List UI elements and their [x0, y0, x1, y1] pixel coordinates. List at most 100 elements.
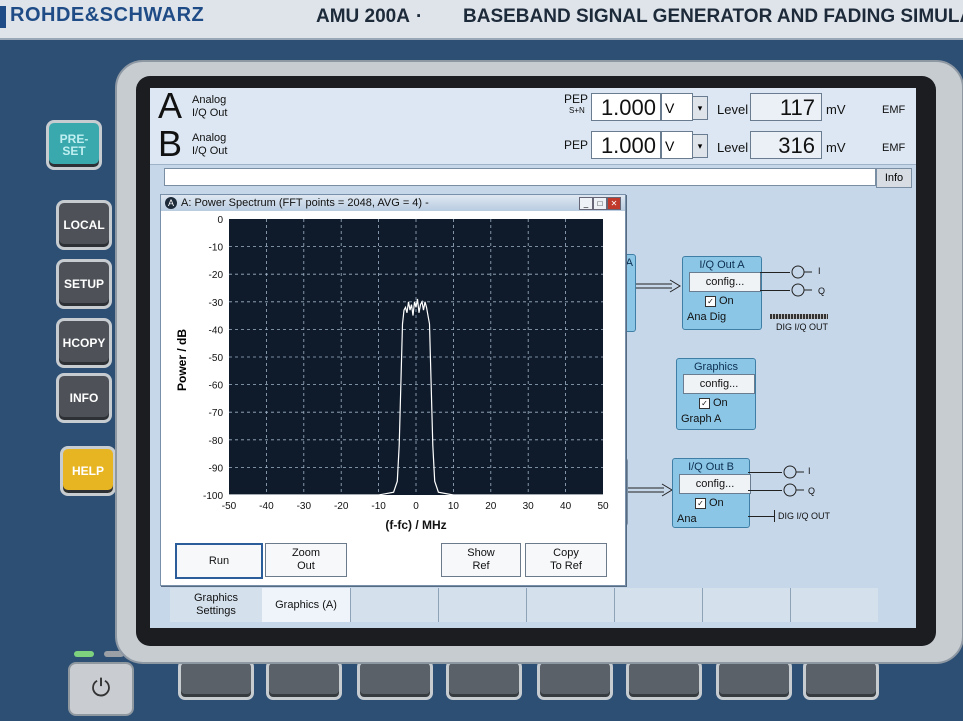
- info-softbutton[interactable]: Info: [876, 168, 912, 188]
- close-icon[interactable]: ✕: [607, 197, 621, 210]
- iq-out-a-config-button[interactable]: config...: [689, 272, 761, 292]
- iq-connector-b-icon: [783, 465, 804, 497]
- x-tick-label: -30: [297, 501, 312, 512]
- softkey-7[interactable]: [716, 660, 792, 700]
- power-button[interactable]: ⏻: [68, 662, 134, 716]
- checkbox-checked-icon: ✓: [705, 295, 716, 307]
- pep-unit-field-a[interactable]: V: [661, 93, 693, 121]
- softkey-2[interactable]: [266, 660, 342, 700]
- brand-strip: ROHDE&SCHWARZ AMU 200A · BASEBAND SIGNAL …: [0, 0, 963, 40]
- graphics-on-toggle[interactable]: ✓ On: [699, 397, 728, 409]
- i-label-b: I: [808, 466, 811, 476]
- iq-out-b-on-toggle[interactable]: ✓ On: [695, 497, 724, 509]
- tab-empty-6[interactable]: [614, 588, 703, 622]
- q-line-b: [748, 490, 782, 491]
- tab-graphics-settings[interactable]: Graphics Settings: [170, 588, 263, 622]
- display-screen: A Analog I/Q Out PEP S+N 1.000 V ▾ Level…: [150, 88, 916, 628]
- y-tick-label: 0: [217, 215, 223, 226]
- softkey-6[interactable]: [626, 660, 702, 700]
- y-tick-label: -50: [209, 353, 224, 364]
- dig-out-label-b: DIG I/Q OUT: [778, 511, 831, 521]
- copy-to-ref-label: Copy To Ref: [550, 547, 582, 572]
- iq-out-a-footer: Ana Dig: [687, 311, 727, 323]
- x-tick-label: -20: [334, 501, 349, 512]
- tab-graphics-a[interactable]: Graphics (A): [262, 588, 351, 622]
- softkey-1[interactable]: [178, 660, 254, 700]
- run-button[interactable]: Run: [175, 543, 263, 579]
- q-label-b: Q: [808, 486, 816, 496]
- y-tick-label: -100: [203, 491, 223, 502]
- model-label: AMU 200A: [316, 6, 410, 27]
- softkey-4[interactable]: [446, 660, 522, 700]
- tab-empty-7[interactable]: [702, 588, 791, 622]
- i-label-a: I: [818, 266, 821, 276]
- dig-terminator-b-icon: [774, 510, 775, 522]
- run-label: Run: [208, 554, 230, 567]
- baseband-block-a-label: A: [625, 257, 633, 269]
- show-ref-label: Show Ref: [467, 547, 495, 572]
- iq-out-b-block[interactable]: I/Q Out B config... ✓ On Ana: [672, 458, 751, 528]
- tab-empty-8[interactable]: [790, 588, 878, 622]
- setup-button[interactable]: SETUP: [56, 259, 112, 309]
- graphics-block-title: Graphics: [693, 361, 739, 373]
- level-label-b: Level: [717, 140, 749, 155]
- minimize-icon[interactable]: _: [579, 197, 593, 210]
- zoom-out-label: Zoom Out: [291, 547, 321, 572]
- brand-logo-icon: [0, 6, 6, 28]
- q-line-a: [760, 290, 790, 291]
- tab-empty-4[interactable]: [438, 588, 527, 622]
- path-name-a: Analog I/Q Out: [192, 94, 228, 119]
- pep-unit-dropdown-a[interactable]: ▾: [692, 96, 708, 120]
- zoom-out-button[interactable]: Zoom Out: [265, 543, 347, 577]
- power-icon: ⏻: [91, 675, 111, 702]
- softkey-3[interactable]: [357, 660, 433, 700]
- iq-out-b-title: I/Q Out B: [688, 461, 734, 473]
- iq-connector-a-icon: [791, 265, 812, 297]
- preset-button[interactable]: PRE- SET: [46, 120, 102, 170]
- copy-to-ref-button[interactable]: Copy To Ref: [525, 543, 607, 577]
- q-label-a: Q: [818, 286, 826, 296]
- hcopy-button[interactable]: HCOPY: [56, 318, 112, 368]
- emf-label-b: EMF: [882, 142, 906, 154]
- iq-out-a-on-toggle[interactable]: ✓ On: [705, 295, 734, 307]
- help-button[interactable]: HELP: [60, 446, 116, 496]
- chevron-down-icon: ▾: [697, 103, 703, 113]
- level-value-b[interactable]: 316: [750, 131, 822, 159]
- level-label-a: Level: [717, 102, 749, 117]
- pep-unit-dropdown-b[interactable]: ▾: [692, 134, 708, 158]
- tab-label: Graphics (A): [275, 598, 337, 611]
- softkey-8[interactable]: [803, 660, 879, 700]
- x-tick-label: 50: [597, 501, 609, 512]
- path-letter-b: B: [158, 123, 183, 164]
- window-badge: A: [165, 197, 177, 209]
- iq-out-a-block[interactable]: I/Q Out A config... ✓ On Ana Dig: [682, 256, 762, 330]
- power-spectrum-window: A A: Power Spectrum (FFT points = 2048, A…: [160, 194, 626, 586]
- dig-connector-a-icon: [770, 314, 828, 319]
- iq-out-b-config-button[interactable]: config...: [679, 474, 751, 494]
- preset-label: PRE- SET: [59, 132, 89, 158]
- local-button[interactable]: LOCAL: [56, 200, 112, 250]
- level-value-a[interactable]: 117: [750, 93, 822, 121]
- tab-empty-5[interactable]: [526, 588, 615, 622]
- graphics-config-button[interactable]: config...: [683, 374, 755, 394]
- x-tick-label: 0: [413, 501, 419, 512]
- maximize-icon[interactable]: □: [593, 197, 607, 210]
- x-tick-label: 20: [485, 501, 497, 512]
- pep-value-field-a[interactable]: 1.000: [591, 93, 661, 121]
- info-button[interactable]: INFO: [56, 373, 112, 423]
- y-tick-label: -80: [209, 436, 224, 447]
- pep-unit-field-b[interactable]: V: [661, 131, 693, 159]
- x-tick-label: -50: [222, 501, 237, 512]
- y-tick-label: -60: [209, 381, 224, 392]
- checkbox-checked-icon: ✓: [695, 497, 706, 509]
- graphics-block[interactable]: Graphics config... ✓ On Graph A: [676, 358, 756, 430]
- iq-out-b-footer: Ana: [677, 513, 697, 525]
- softkey-5[interactable]: [537, 660, 613, 700]
- device-title: BASEBAND SIGNAL GENERATOR AND FADING SIM…: [463, 6, 963, 27]
- power-spectrum-titlebar[interactable]: A A: Power Spectrum (FFT points = 2048, A…: [161, 195, 625, 211]
- show-ref-button[interactable]: Show Ref: [441, 543, 521, 577]
- pep-value-field-b[interactable]: 1.000: [591, 131, 661, 159]
- power-led-on: [74, 651, 94, 657]
- spectrum-plot-area: -50 -40 -30 -20 -10 0 10 20 30 40 50 0 -10 -20 -30 -40-…: [161, 211, 625, 535]
- tab-empty-3[interactable]: [350, 588, 439, 622]
